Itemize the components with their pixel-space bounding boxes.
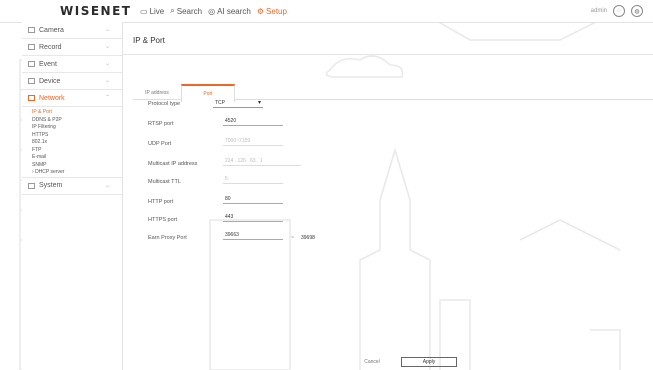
sidebar-subitem-https[interactable]: HTTPS — [22, 132, 122, 140]
chevron-down-icon: ⌄ — [104, 44, 110, 50]
record-icon — [28, 44, 35, 50]
chevron-right-icon: › — [32, 169, 34, 175]
cancel-button[interactable]: Cancel — [353, 357, 391, 367]
power-icon[interactable]: ◍ — [631, 5, 643, 17]
top-right-area: admin ◌ ◍ — [591, 5, 643, 17]
multicast-ip-label: Multicast IP address — [148, 161, 198, 167]
bell-icon — [28, 61, 35, 67]
sidebar-subitem-ftp[interactable]: FTP — [22, 147, 122, 155]
multicast-ttl-label: Multicast TTL — [148, 179, 181, 185]
top-bar: WISENET ▭ Live ⌕ Search ◎ AI search ⚙ Setup … — [0, 0, 653, 23]
sidebar-subitem-ddns-p2p[interactable]: DDNS & P2P — [22, 117, 122, 125]
app-logo: WISENET — [60, 4, 132, 18]
sidebar-item-network[interactable]: Network ⌃ — [22, 90, 122, 107]
range-separator: ~ — [291, 235, 294, 241]
main-panel: IP & Port IP address Port Protocol type … — [123, 22, 653, 370]
caret-down-icon: ▾ — [257, 100, 261, 106]
http-port-input[interactable]: 80 — [223, 196, 283, 204]
search-icon: ⌕ — [170, 6, 175, 15]
network-submenu: IP & Port DDNS & P2P IP Filtering HTTPS … — [22, 107, 122, 177]
chevron-down-icon: ⌄ — [104, 182, 110, 189]
udp-port-input: 7000~7159 — [223, 138, 283, 146]
https-port-label: HTTPS port — [148, 217, 178, 223]
http-port-label: HTTP port — [148, 199, 174, 205]
chevron-down-icon: ⌄ — [104, 27, 110, 33]
nav-ai-search[interactable]: ◎ AI search — [208, 6, 251, 16]
tab-ip-address[interactable]: IP address — [137, 86, 177, 99]
sidebar-subitem-dhcp-server[interactable]: › DHCP server — [22, 169, 122, 177]
monitor-icon: ▭ — [140, 6, 148, 16]
multicast-ip-input: 224 . 126 . 63 . 1 — [223, 158, 301, 166]
sidebar-subitem-ip-port[interactable]: IP & Port — [22, 109, 122, 117]
proxy-port-to-value: 39698 — [301, 235, 315, 241]
protocol-type-label: Protocol type — [148, 101, 181, 107]
tab-bar: IP address Port — [133, 77, 653, 102]
proxy-port-from-input[interactable]: 39663 — [223, 232, 283, 240]
sidebar-subitem-8021x[interactable]: 802.1x — [22, 139, 122, 147]
device-icon — [28, 78, 35, 84]
nav-search[interactable]: ⌕ Search — [170, 6, 202, 16]
gear-icon: ⚙ — [256, 6, 265, 16]
udp-port-label: UDP Port — [148, 141, 172, 147]
proxy-port-label: Earn Proxy Port — [148, 235, 187, 241]
rtsp-port-input[interactable]: 4520 — [223, 118, 283, 126]
chevron-down-icon: ⌄ — [104, 78, 110, 84]
multicast-ttl-input: 5 — [223, 176, 283, 184]
page-title: IP & Port — [133, 36, 165, 45]
sidebar-item-record[interactable]: Record ⌄ — [22, 39, 122, 56]
user-icon[interactable]: ◌ — [613, 5, 625, 17]
sidebar-item-camera[interactable]: Camera ⌄ — [22, 22, 122, 39]
sidebar-item-device[interactable]: Device ⌄ — [22, 73, 122, 90]
ai-icon: ◎ — [208, 6, 216, 16]
protocol-type-select[interactable]: TCP ▾ — [213, 98, 263, 108]
sidebar: Camera ⌄ Record ⌄ Event ⌄ Device ⌄ Network ⌃ … — [22, 22, 123, 370]
camera-icon — [28, 27, 35, 33]
sidebar-item-event[interactable]: Event ⌄ — [22, 56, 122, 73]
https-port-input[interactable]: 443 — [223, 214, 283, 222]
sidebar-subitem-ip-filtering[interactable]: IP Filtering — [22, 124, 122, 132]
nav-live[interactable]: ▭ Live — [140, 6, 164, 16]
system-icon — [28, 182, 35, 189]
rtsp-port-label: RTSP port — [148, 121, 174, 127]
network-icon — [28, 95, 35, 101]
sidebar-item-system[interactable]: System ⌄ — [22, 176, 122, 195]
chevron-up-icon: ⌃ — [104, 95, 110, 101]
apply-button[interactable]: Apply — [401, 357, 457, 367]
sidebar-subitem-email[interactable]: E-mail — [22, 154, 122, 162]
top-navigation: ▭ Live ⌕ Search ◎ AI search ⚙ Setup — [140, 6, 287, 16]
user-name: admin — [590, 8, 607, 14]
title-divider — [123, 54, 653, 55]
nav-setup[interactable]: ⚙ Setup — [257, 6, 287, 16]
chevron-down-icon: ⌄ — [104, 61, 110, 67]
sidebar-subitem-snmp[interactable]: SNMP — [22, 162, 122, 170]
